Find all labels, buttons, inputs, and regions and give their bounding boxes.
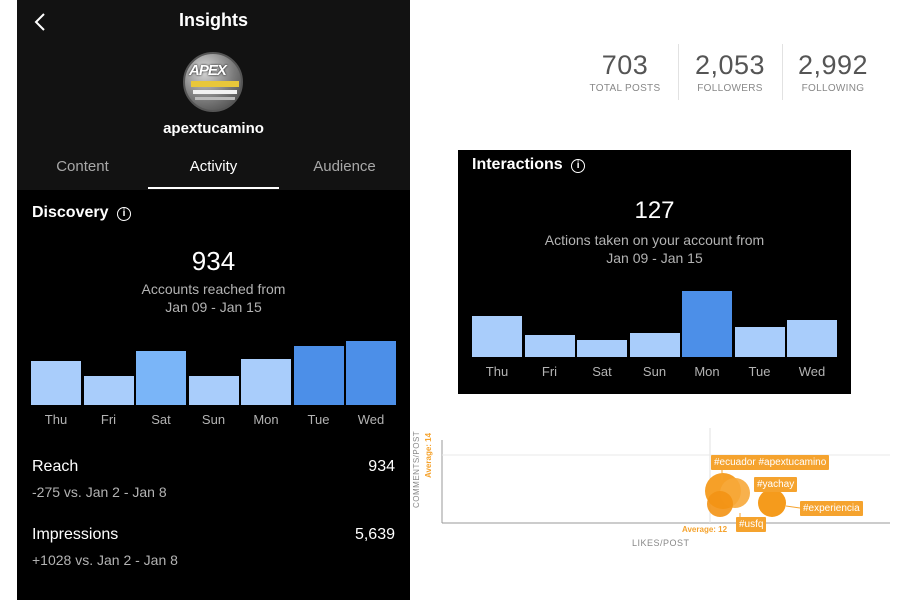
stat-total-posts: 703 TOTAL POSTS: [575, 50, 675, 94]
discovery-description: Accounts reached from: [141, 281, 286, 297]
followers-value: 2,053: [694, 50, 766, 80]
following-label: FOLLOWING: [801, 83, 865, 94]
day-label-wed: Wed: [798, 364, 826, 379]
bar-sun[interactable]: [629, 333, 680, 357]
day-label-thu: Thu: [485, 364, 509, 379]
y-axis-label: COMMENTS/POST: [412, 430, 421, 508]
reach-value: 934: [368, 458, 395, 475]
day-label-sat: Sat: [151, 412, 171, 427]
hashtag-tag-usfq[interactable]: #usfq: [736, 517, 767, 532]
following-value: 2,992: [797, 50, 869, 80]
bar-sat[interactable]: [136, 351, 186, 405]
average-x-label: Average: 12: [682, 525, 728, 534]
impressions-value: 5,639: [354, 526, 395, 543]
avatar-logo-stripe: [191, 81, 239, 87]
bar-wed[interactable]: [787, 320, 837, 357]
hashtag-label: #ecuador: [714, 457, 756, 468]
info-icon[interactable]: i: [116, 207, 131, 221]
bar-fri[interactable]: [524, 335, 575, 357]
stat-followers: 2,053 FOLLOWERS: [680, 50, 780, 94]
discovery-date-range: Jan 09 - Jan 15: [165, 299, 262, 315]
hashtag-label: #apextucamino: [758, 457, 827, 468]
tab-content[interactable]: Content: [17, 158, 148, 175]
interactions-date-range: Jan 09 - Jan 15: [606, 250, 703, 266]
interactions-heading: Interactions i: [472, 156, 586, 174]
bar-mon[interactable]: [241, 359, 291, 405]
impressions-comparison: +1028 vs. Jan 2 - Jan 8: [32, 552, 178, 568]
bar-fri[interactable]: [83, 376, 134, 405]
tag-connector: [785, 505, 801, 509]
x-axis-label: LIKES/POST: [632, 538, 690, 548]
insights-phone-panel: Insights APEX apextucamino Content Activ…: [17, 0, 410, 600]
interactions-description: Actions taken on your account from: [544, 232, 765, 248]
impressions-label: Impressions: [32, 526, 119, 543]
day-label-sat: Sat: [592, 364, 612, 379]
day-label-thu: Thu: [44, 412, 68, 427]
tab-activity[interactable]: Activity: [148, 158, 279, 175]
bar-mon[interactable]: [682, 291, 732, 357]
interactions-title: Interactions: [472, 156, 563, 173]
info-icon[interactable]: i: [571, 159, 586, 173]
day-label-sun: Sun: [642, 364, 667, 379]
interactions-panel: Interactions i 127 Actions taken on your…: [458, 150, 851, 394]
reach-comparison: -275 vs. Jan 2 - Jan 8: [32, 484, 167, 500]
hashtag-bubble-chart: COMMENTS/POST Average: 14 LIKES/POST Ave…: [410, 418, 900, 600]
day-label-fri: Fri: [541, 364, 558, 379]
bar-thu[interactable]: [472, 316, 522, 357]
hashtag-tag-yachay[interactable]: #yachay: [754, 477, 798, 492]
day-label-tue: Tue: [307, 412, 330, 427]
tab-audience[interactable]: Audience: [279, 158, 410, 175]
bar-sun[interactable]: [188, 376, 239, 405]
hashtag-tag-experiencia[interactable]: #experiencia: [800, 501, 863, 516]
day-label-mon: Mon: [253, 412, 279, 427]
bar-tue[interactable]: [734, 327, 785, 357]
bubble[interactable]: [707, 491, 733, 517]
discovery-heading: Discovery i: [32, 204, 131, 222]
day-label-mon: Mon: [694, 364, 720, 379]
avatar-logo-stripe: [193, 90, 237, 94]
day-label-tue: Tue: [748, 364, 771, 379]
average-y-label: Average: 14: [424, 432, 433, 478]
bubble[interactable]: [758, 489, 786, 517]
stat-following: 2,992 FOLLOWING: [783, 50, 883, 94]
bar-thu[interactable]: [31, 361, 81, 405]
avatar-logo-stripe: [195, 97, 235, 100]
day-label-fri: Fri: [100, 412, 117, 427]
discovery-title: Discovery: [32, 204, 109, 221]
hashtag-tag-ecuador[interactable]: #ecuador #apextucamino: [711, 455, 830, 470]
bar-wed[interactable]: [346, 341, 396, 405]
total-posts-label: TOTAL POSTS: [589, 83, 661, 94]
header-area: Insights APEX apextucamino Content Activ…: [17, 0, 410, 190]
username: apextucamino: [163, 120, 264, 137]
bar-sat[interactable]: [577, 340, 627, 357]
active-tab-indicator: [148, 187, 279, 189]
page-title: Insights: [178, 10, 248, 30]
interactions-value: 127: [634, 197, 675, 224]
day-label-sun: Sun: [201, 412, 226, 427]
avatar-logo-text: APEX: [189, 62, 227, 79]
divider: [678, 44, 679, 100]
total-posts-value: 703: [601, 50, 649, 80]
bar-tue[interactable]: [293, 346, 344, 405]
followers-label: FOLLOWERS: [697, 83, 763, 94]
day-label-wed: Wed: [357, 412, 385, 427]
reach-label: Reach: [32, 458, 79, 475]
avatar[interactable]: APEX: [183, 52, 243, 112]
discovery-value: 934: [191, 246, 236, 276]
